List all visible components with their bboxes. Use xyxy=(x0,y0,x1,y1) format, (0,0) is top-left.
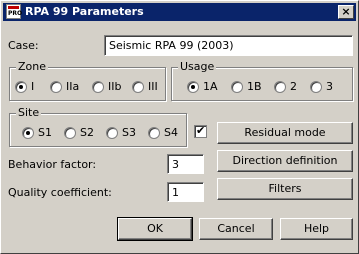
behavior-factor-label: Behavior factor: xyxy=(8,158,97,171)
site-option-label: S1 xyxy=(38,126,52,139)
quality-coefficient-field[interactable]: 1 xyxy=(167,182,204,202)
site-radio-s1[interactable] xyxy=(22,126,34,139)
usage-radio-3[interactable] xyxy=(310,80,322,93)
usage-radio-1b[interactable] xyxy=(231,80,243,93)
zone-group: Zone I IIa IIb III xyxy=(9,60,166,101)
zone-option-i[interactable]: I xyxy=(15,80,34,93)
window-title: RPA 99 Parameters xyxy=(25,5,144,18)
title-bar[interactable]: PRO RPA 99 Parameters × xyxy=(3,3,356,21)
usage-group: Usage 1A 1B 2 3 xyxy=(171,60,353,101)
app-icon-bar xyxy=(8,6,19,9)
close-button[interactable]: × xyxy=(338,5,354,19)
zone-option-label: I xyxy=(31,80,35,93)
site-option-label: S3 xyxy=(122,126,136,139)
usage-radio-2[interactable] xyxy=(274,80,286,93)
site-option-s4[interactable]: S4 xyxy=(148,126,178,139)
quality-coefficient-value: 1 xyxy=(172,186,179,199)
case-value: Seismic RPA 99 (2003) xyxy=(109,39,234,52)
site-radio-s3[interactable] xyxy=(106,126,118,139)
site-option-s1[interactable]: S1 xyxy=(22,126,52,139)
usage-option-label: 1A xyxy=(203,80,218,93)
site-legend: Site xyxy=(16,106,42,119)
zone-option-label: IIa xyxy=(66,80,80,93)
zone-option-label: IIb xyxy=(108,80,122,93)
close-icon: × xyxy=(341,5,351,18)
filters-button[interactable]: Filters xyxy=(217,178,353,200)
zone-radio-iii[interactable] xyxy=(132,80,144,93)
usage-option-1a[interactable]: 1A xyxy=(187,80,218,93)
residual-mode-checkbox[interactable]: ✔ xyxy=(194,124,207,138)
behavior-factor-field[interactable]: 3 xyxy=(167,154,204,174)
zone-radio-iib[interactable] xyxy=(92,80,104,93)
zone-radio-iia[interactable] xyxy=(50,80,62,93)
site-option-label: S2 xyxy=(80,126,94,139)
usage-option-label: 1B xyxy=(247,80,262,93)
behavior-factor-value: 3 xyxy=(172,158,179,171)
help-button[interactable]: Help xyxy=(280,218,353,240)
zone-radio-i[interactable] xyxy=(15,80,27,93)
usage-option-1b[interactable]: 1B xyxy=(231,80,262,93)
site-option-s2[interactable]: S2 xyxy=(64,126,94,139)
app-icon-text: PRO xyxy=(8,10,23,17)
ok-button[interactable]: OK xyxy=(117,217,193,241)
direction-definition-button[interactable]: Direction definition xyxy=(217,150,353,172)
dialog-window: PRO RPA 99 Parameters × Case: Seismic RP… xyxy=(0,0,359,254)
app-icon: PRO xyxy=(6,4,23,19)
usage-option-label: 3 xyxy=(326,80,333,93)
usage-legend: Usage xyxy=(178,60,217,73)
site-radio-s4[interactable] xyxy=(148,126,160,139)
usage-option-2[interactable]: 2 xyxy=(274,80,297,93)
zone-option-label: III xyxy=(148,80,158,93)
usage-option-3[interactable]: 3 xyxy=(310,80,333,93)
cancel-button[interactable]: Cancel xyxy=(199,218,273,240)
case-label: Case: xyxy=(8,39,39,52)
site-radio-s2[interactable] xyxy=(64,126,76,139)
usage-radio-1a[interactable] xyxy=(187,80,199,93)
quality-coefficient-label: Quality coefficient: xyxy=(8,186,112,199)
zone-legend: Zone xyxy=(16,60,49,73)
site-option-label: S4 xyxy=(164,126,178,139)
zone-option-iia[interactable]: IIa xyxy=(50,80,79,93)
residual-mode-button[interactable]: Residual mode xyxy=(217,122,353,144)
site-group: Site S1 S2 S3 S4 xyxy=(9,106,187,147)
zone-option-iib[interactable]: IIb xyxy=(92,80,121,93)
case-field[interactable]: Seismic RPA 99 (2003) xyxy=(104,35,353,56)
usage-option-label: 2 xyxy=(290,80,297,93)
zone-option-iii[interactable]: III xyxy=(132,80,158,93)
site-option-s3[interactable]: S3 xyxy=(106,126,136,139)
checkmark-icon: ✔ xyxy=(196,124,206,137)
